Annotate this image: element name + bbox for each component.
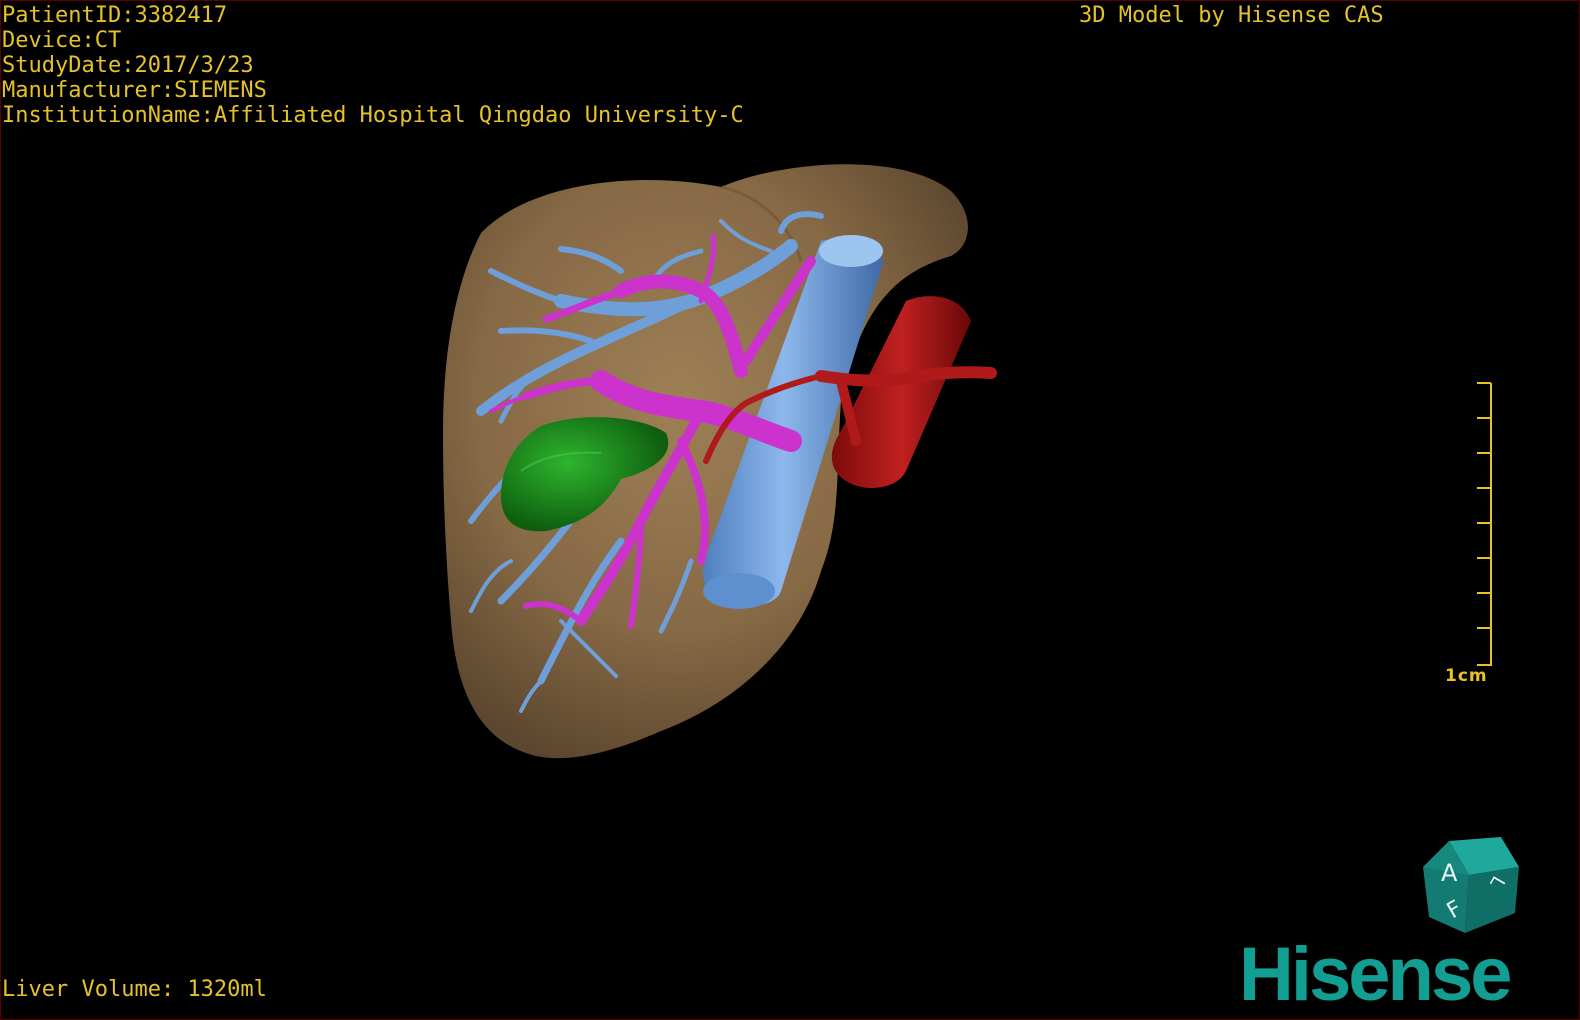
manufacturer: Manufacturer:SIEMENS (2, 78, 267, 103)
orientation-cube[interactable]: A F L (1419, 833, 1527, 939)
device: Device:CT (2, 28, 122, 53)
scale-bar (1477, 382, 1492, 666)
model-title: 3D Model by Hisense CAS (1079, 3, 1384, 28)
study-date: StudyDate:2017/3/23 (2, 53, 254, 78)
study-info-overlay: PatientID:3382417 Device:CT StudyDate:20… (2, 3, 744, 128)
cube-face-a: A (1441, 859, 1458, 887)
scale-label: 1cm (1445, 666, 1488, 686)
3d-viewport[interactable]: PatientID:3382417 Device:CT StudyDate:20… (0, 0, 1580, 1020)
liver-3d-model[interactable] (1, 1, 1580, 1020)
institution-name: InstitutionName:Affiliated Hospital Qing… (2, 103, 744, 128)
liver-volume: Liver Volume: 1320ml (2, 977, 267, 1002)
patient-id: PatientID:3382417 (2, 3, 228, 28)
hisense-logo: Hisense (1239, 932, 1512, 1017)
